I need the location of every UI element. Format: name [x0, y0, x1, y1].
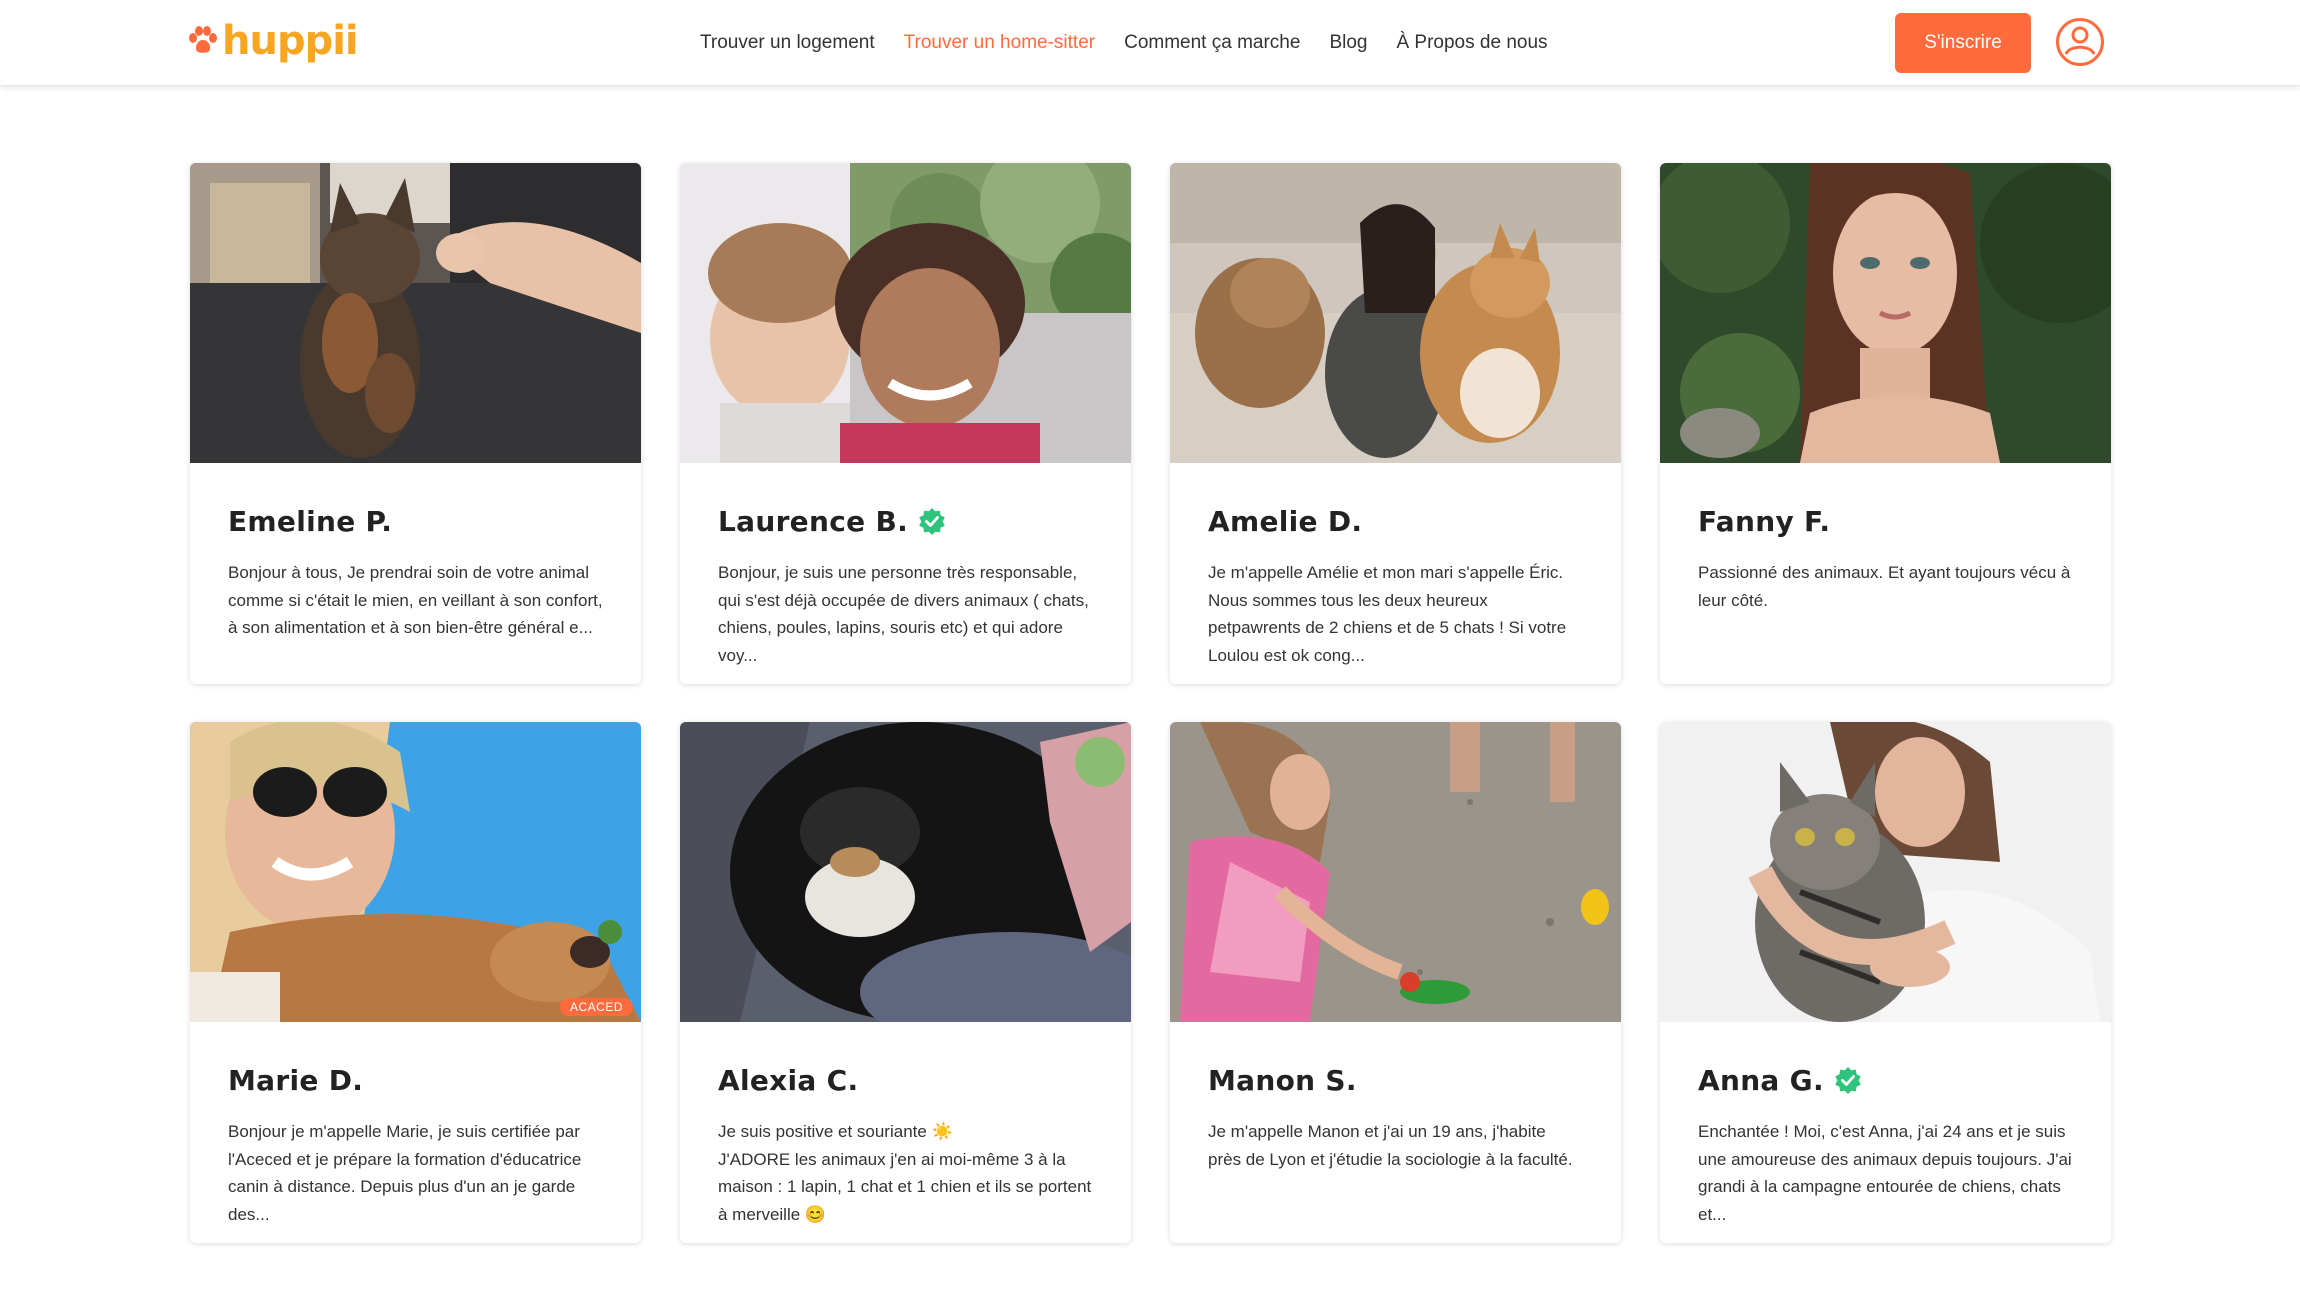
paw-icon [188, 26, 218, 56]
sitter-name: Alexia C. [718, 1063, 859, 1097]
sitter-description: Je m'appelle Amélie et mon mari s'appell… [1208, 563, 1567, 665]
cat-with-hand-photo [190, 163, 641, 463]
sitter-description: Je m'appelle Manon et j'ai un 19 ans, j'… [1208, 1122, 1573, 1169]
sitter-card[interactable]: Amelie D. Je m'appelle Amélie et mon mar… [1170, 163, 1621, 684]
site-header: huppii Trouver un logement Trouver un ho… [0, 0, 2300, 86]
sitter-name: Anna G. [1698, 1063, 1824, 1097]
user-circle-icon [2059, 21, 2101, 63]
nav-item-blog[interactable]: Blog [1329, 32, 1367, 54]
user-account-button[interactable] [2056, 18, 2104, 66]
nav-item-a-propos[interactable]: À Propos de nous [1396, 32, 1547, 54]
selfie-woman-dog-sky-photo: ACACED [190, 722, 641, 1022]
woman-with-dogs-sofa-photo [1170, 163, 1621, 463]
sleeping-black-cat-photo [680, 722, 1131, 1022]
sitter-card[interactable]: Laurence B. Bonjour, je suis une personn… [680, 163, 1131, 684]
nav-item-comment-ca-marche[interactable]: Comment ça marche [1124, 32, 1300, 54]
nav-item-trouver-home-sitter[interactable]: Trouver un home-sitter [904, 32, 1095, 54]
selfie-woman-child-photo [680, 163, 1131, 463]
sitter-name: Marie D. [228, 1063, 364, 1097]
sitter-name: Fanny F. [1698, 504, 1831, 538]
signup-button[interactable]: S'inscrire [1895, 13, 2031, 73]
main-nav: Trouver un logement Trouver un home-sitt… [700, 0, 1548, 86]
sitter-description: Bonjour à tous, Je prendrai soin de votr… [228, 563, 603, 637]
sitter-description: Je suis positive et souriante ☀️ J'ADORE… [718, 1122, 1092, 1224]
woman-feeding-parrot-photo [1170, 722, 1621, 1022]
verified-check-icon [918, 507, 946, 535]
sitter-name: Amelie D. [1208, 504, 1363, 538]
sitter-description: Bonjour, je suis une personne très respo… [718, 563, 1089, 665]
huppii-logo[interactable]: huppii [188, 18, 359, 64]
sitter-card[interactable]: ACACED Marie D. Bonjour je m'appelle Mar… [190, 722, 641, 1243]
sitter-card[interactable]: Emeline P. Bonjour à tous, Je prendrai s… [190, 163, 641, 684]
woman-holding-tabby-cat-photo [1660, 722, 2111, 1022]
sitter-card[interactable]: Anna G. Enchantée ! Moi, c'est Anna, j'a… [1660, 722, 2111, 1243]
sitter-card[interactable]: Manon S. Je m'appelle Manon et j'ai un 1… [1170, 722, 1621, 1243]
portrait-woman-forest-photo [1660, 163, 2111, 463]
sitter-description: Enchantée ! Moi, c'est Anna, j'ai 24 ans… [1698, 1122, 2072, 1224]
sitter-name: Manon S. [1208, 1063, 1357, 1097]
aceced-badge: ACACED [559, 998, 633, 1016]
logo-text: huppii [222, 18, 359, 64]
sitter-card[interactable]: Alexia C. Je suis positive et souriante … [680, 722, 1131, 1243]
sitter-card[interactable]: Fanny F. Passionné des animaux. Et ayant… [1660, 163, 2111, 684]
home-sitter-grid: Emeline P. Bonjour à tous, Je prendrai s… [190, 163, 2111, 1243]
nav-item-trouver-logement[interactable]: Trouver un logement [700, 32, 875, 54]
sitter-name: Emeline P. [228, 504, 393, 538]
verified-check-icon [1834, 1066, 1862, 1094]
sitter-description: Bonjour je m'appelle Marie, je suis cert… [228, 1122, 582, 1224]
sitter-description: Passionné des animaux. Et ayant toujours… [1698, 563, 2071, 610]
sitter-name: Laurence B. [718, 504, 909, 538]
